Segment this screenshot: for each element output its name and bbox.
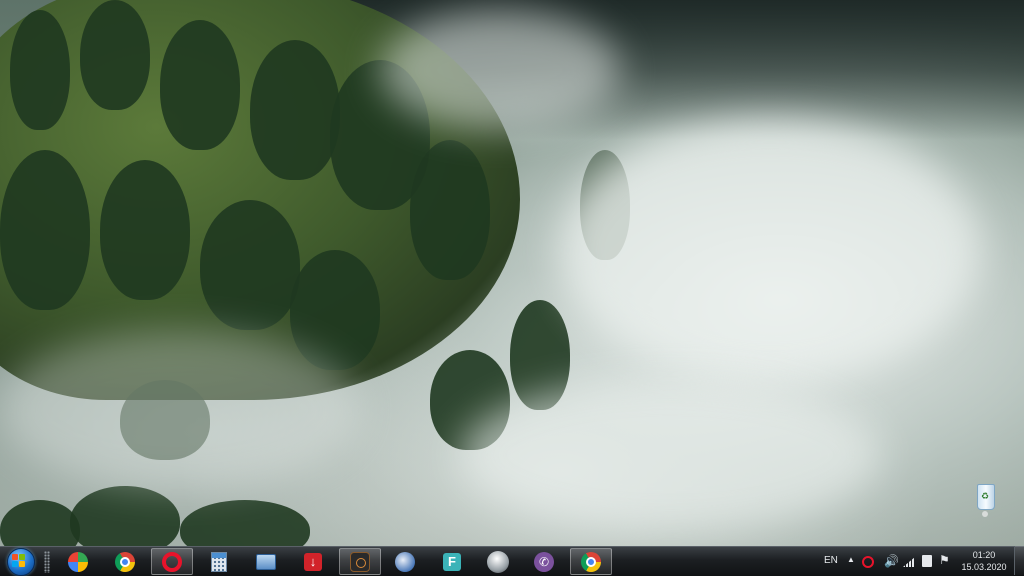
- wallpaper-tree: [250, 40, 340, 180]
- desktop[interactable]: ♻: [0, 0, 1024, 546]
- wallpaper-tree: [100, 160, 190, 300]
- taskbar-viber[interactable]: ✆: [523, 548, 565, 575]
- opera-icon: [162, 551, 182, 572]
- language-indicator[interactable]: EN: [824, 555, 838, 566]
- action-center-flag-icon[interactable]: ⚑: [939, 553, 950, 567]
- pro-app-icon: [487, 550, 509, 573]
- power-icon[interactable]: [922, 555, 932, 567]
- viber-icon: ✆: [534, 551, 554, 572]
- recycle-bin-shadow: [982, 511, 988, 517]
- taskbar-chrome[interactable]: [104, 548, 146, 575]
- taskbar-download-manager[interactable]: ↓: [292, 548, 334, 575]
- calculator-icon: [211, 551, 227, 572]
- show-desktop-button[interactable]: [1014, 546, 1024, 575]
- show-hidden-icons-icon[interactable]: ▲: [847, 555, 855, 564]
- taskbar-google-maps[interactable]: [57, 548, 99, 575]
- wallpaper-mist: [380, 10, 620, 130]
- taskbar-video-capture[interactable]: [339, 548, 381, 575]
- wallpaper-tree: [80, 0, 150, 110]
- wallpaper-mist: [560, 120, 980, 380]
- wallpaper-mist: [0, 330, 360, 490]
- wallpaper-tree: [0, 150, 90, 310]
- security-icon: [395, 551, 415, 572]
- network-icon: [256, 553, 276, 570]
- google-maps-icon: [68, 551, 88, 572]
- wallpaper-tree: [10, 10, 70, 130]
- clock-time: 01:20: [972, 550, 996, 560]
- wallpaper-tree: [180, 500, 310, 546]
- chrome-icon: [581, 551, 601, 572]
- f-app-icon: F: [443, 552, 461, 571]
- clock-date: 15.03.2020: [961, 562, 1007, 572]
- taskbar-pro-app[interactable]: [477, 548, 519, 575]
- wallpaper-tree: [410, 140, 490, 280]
- wallpaper-tree: [200, 200, 300, 330]
- wallpaper-tree: [70, 486, 180, 546]
- volume-icon[interactable]: 🔊: [884, 554, 899, 568]
- clock[interactable]: 01:20 15.03.2020: [958, 549, 1010, 573]
- taskbar-opera[interactable]: [151, 548, 193, 575]
- recycle-bin-icon[interactable]: ♻: [972, 482, 998, 517]
- taskbar-grip[interactable]: [44, 551, 50, 573]
- wallpaper-tree: [160, 20, 240, 150]
- taskbar-f-app[interactable]: F: [431, 548, 473, 575]
- start-button[interactable]: [4, 547, 36, 576]
- taskbar-chrome-window[interactable]: [570, 548, 612, 575]
- taskbar-security[interactable]: [384, 548, 426, 575]
- download-icon: ↓: [304, 552, 322, 571]
- wallpaper-tree: [0, 500, 80, 546]
- windows-logo-icon: [12, 554, 26, 568]
- taskbar-calculator[interactable]: [198, 548, 240, 575]
- wallpaper-mist: [460, 380, 880, 530]
- recycle-symbol-icon: ♻: [980, 491, 990, 501]
- chrome-icon: [115, 551, 135, 572]
- taskbar-network[interactable]: [245, 548, 287, 575]
- opera-tray-icon[interactable]: [862, 556, 874, 568]
- video-capture-icon: [350, 551, 370, 572]
